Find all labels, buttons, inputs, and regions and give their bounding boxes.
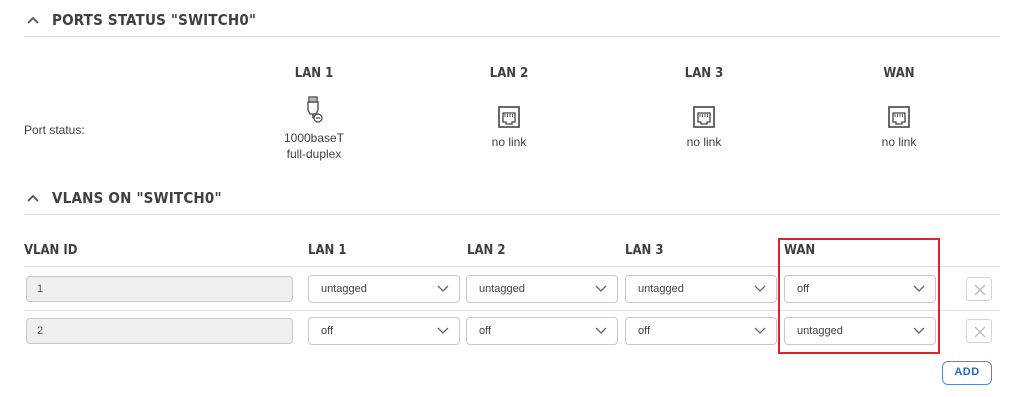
col-lan2: LAN 2 — [467, 243, 506, 258]
port-status-duplex: full-duplex — [286, 147, 342, 161]
select-value: off — [479, 325, 492, 337]
vlan-id-input[interactable]: 1 — [26, 276, 293, 302]
ethernet-port-icon — [498, 106, 520, 128]
lan3-select[interactable]: untagged — [625, 275, 777, 303]
chevron-up-icon[interactable] — [26, 13, 40, 27]
port-status-text: no link — [686, 135, 722, 149]
lan2-select[interactable]: off — [466, 317, 618, 345]
ethernet-cable-connected-icon — [307, 96, 323, 123]
select-value: untagged — [479, 283, 525, 295]
lan3-select[interactable]: off — [625, 317, 777, 345]
ethernet-port-icon — [693, 106, 715, 128]
chevron-down-icon — [754, 285, 766, 292]
col-lan1: LAN 1 — [308, 243, 347, 258]
port-name: WAN — [883, 66, 915, 81]
delete-row-button[interactable] — [966, 277, 992, 301]
port-name: LAN 1 — [294, 66, 334, 81]
port-name: LAN 2 — [489, 66, 529, 81]
delete-row-button[interactable] — [966, 319, 992, 343]
chevron-down-icon — [437, 285, 449, 292]
port-name: LAN 3 — [684, 66, 724, 81]
port-wan: WAN no link — [809, 66, 989, 166]
chevron-down-icon — [754, 327, 766, 334]
ports-status-title: PORTS STATUS "SWITCH0" — [52, 11, 257, 29]
close-icon — [974, 326, 986, 338]
port-status-text: no link — [881, 135, 917, 149]
port-status-text: 1000baseT — [283, 131, 345, 145]
chevron-down-icon — [595, 327, 607, 334]
vlans-header[interactable]: VLANS ON "SWITCH0" — [24, 182, 1000, 215]
select-value: off — [321, 325, 334, 337]
port-lan2: LAN 2 no link — [419, 66, 599, 166]
lan2-select[interactable]: untagged — [466, 275, 618, 303]
lan1-select[interactable]: off — [308, 317, 460, 345]
chevron-up-icon[interactable] — [26, 191, 40, 205]
lan1-select[interactable]: untagged — [308, 275, 460, 303]
select-value: untagged — [638, 283, 684, 295]
vlans-title: VLANS ON "SWITCH0" — [52, 189, 222, 207]
port-lan3: LAN 3 no link — [614, 66, 794, 166]
ports-status-header[interactable]: PORTS STATUS "SWITCH0" — [24, 4, 1000, 37]
vlan-id-input[interactable]: 2 — [26, 318, 293, 344]
select-value: off — [638, 325, 651, 337]
port-status-text: no link — [491, 135, 527, 149]
chevron-down-icon — [595, 285, 607, 292]
port-status-label: Port status: — [24, 123, 85, 137]
col-lan3: LAN 3 — [625, 243, 664, 258]
wan-column-highlight — [778, 238, 940, 354]
close-icon — [974, 284, 986, 296]
col-vlan-id: VLAN ID — [24, 243, 78, 258]
port-lan1: LAN 1 1000baseT full-duplex — [224, 66, 404, 166]
ethernet-port-icon — [888, 106, 910, 128]
add-button[interactable]: ADD — [942, 361, 992, 385]
chevron-down-icon — [437, 327, 449, 334]
select-value: untagged — [321, 283, 367, 295]
